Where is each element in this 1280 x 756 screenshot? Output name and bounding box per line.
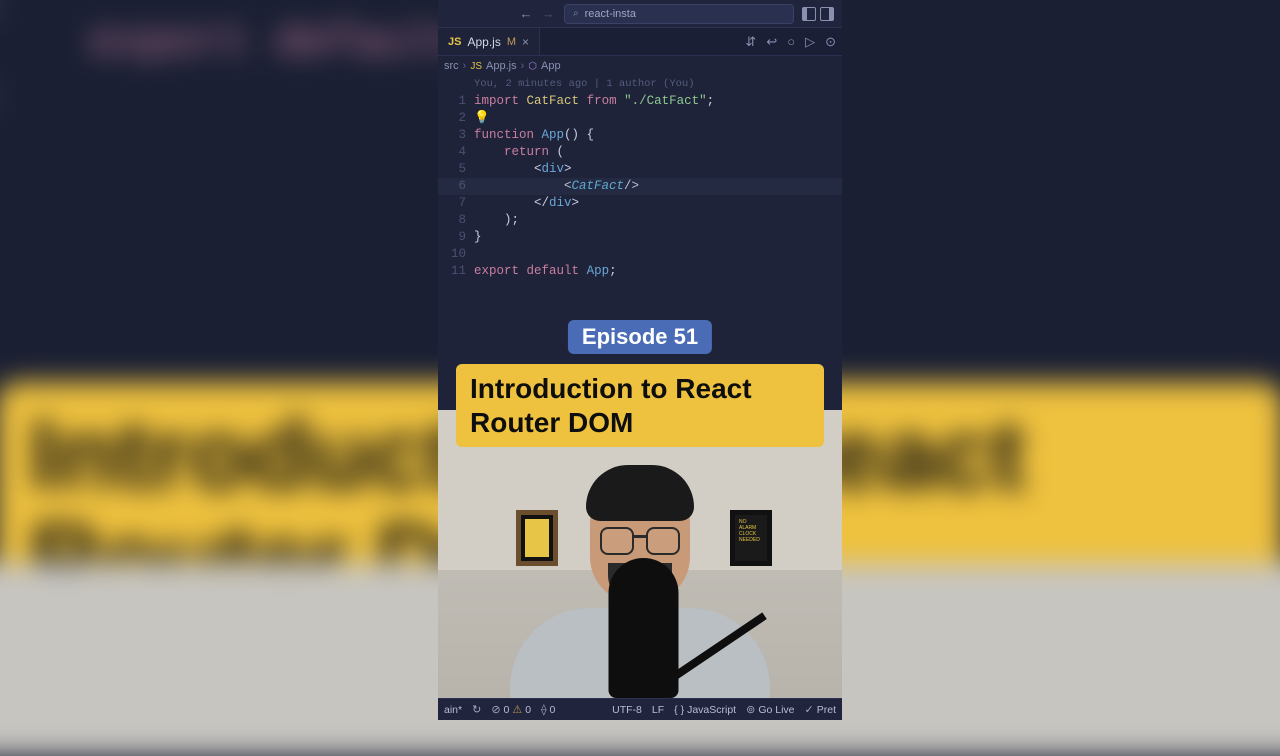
symbol-icon: ⬡ xyxy=(528,61,537,72)
line-number: 11 xyxy=(438,263,466,280)
git-blame-annotation: You, 2 minutes ago | 1 author (You) xyxy=(474,76,842,93)
split-editor-icon[interactable]: ▷ xyxy=(805,34,815,50)
current-line-highlight xyxy=(438,178,842,195)
problems-item[interactable]: ⊘0 ⚠0 xyxy=(491,703,531,716)
status-bar: ain* ↻ ⊘0 ⚠0 ⟠0 UTF-8 LF { } JavaScript … xyxy=(438,698,842,720)
breadcrumb-folder[interactable]: src xyxy=(444,60,459,72)
code-line-2: 💡 xyxy=(474,110,842,127)
code-line-10 xyxy=(474,246,842,263)
line-number: 3 xyxy=(438,127,466,144)
breadcrumb-file[interactable]: App.js xyxy=(486,60,517,72)
nav-forward-icon[interactable]: → xyxy=(540,6,556,22)
tab-filename: App.js xyxy=(467,35,500,49)
toggle-panel-right-icon[interactable] xyxy=(820,7,834,21)
editor-viewport: ← → ⌕ react-insta JS App.js M × ⇵ ↩ ○ ▷ … xyxy=(438,0,842,720)
code-line-7: </div> xyxy=(474,195,842,212)
tab-modified-indicator: M xyxy=(507,36,516,48)
line-number: 7 xyxy=(438,195,466,212)
run-icon[interactable]: ○ xyxy=(787,34,795,49)
breadcrumb: src › JS App.js › ⬡ App xyxy=(438,56,842,76)
ports-item[interactable]: ⟠0 xyxy=(541,703,555,716)
window-titlebar: ← → ⌕ react-insta xyxy=(438,0,842,28)
sync-icon[interactable]: ↻ xyxy=(472,703,481,716)
breadcrumb-symbol[interactable]: App xyxy=(541,60,561,72)
video-title-banner: Introduction to React Router DOM xyxy=(456,364,824,447)
breadcrumb-sep-1: › xyxy=(463,60,467,72)
line-number: 10 xyxy=(438,246,466,263)
nav-back-icon[interactable]: ← xyxy=(518,6,534,22)
prettier-item[interactable]: ✓Pret xyxy=(805,703,836,716)
tab-app-js[interactable]: JS App.js M × xyxy=(438,28,540,55)
tab-close-icon[interactable]: × xyxy=(522,35,529,49)
encoding-item[interactable]: UTF-8 xyxy=(612,704,642,716)
code-line-5: <div> xyxy=(474,161,842,178)
js-file-icon: JS xyxy=(448,36,461,48)
more-actions-icon[interactable]: ⊙ xyxy=(825,34,836,50)
lightbulb-icon[interactable]: 💡 xyxy=(474,111,490,125)
compare-changes-icon[interactable]: ⇵ xyxy=(745,34,756,50)
search-text: react-insta xyxy=(585,8,636,20)
code-line-8: ); xyxy=(474,212,842,229)
code-line-3: function App() { xyxy=(474,127,842,144)
line-number: 9 xyxy=(438,229,466,246)
presenter-video: NO ALARM CLOCK NEEDED xyxy=(438,410,842,698)
git-branch-item[interactable]: ain* xyxy=(444,704,462,716)
line-number: 4 xyxy=(438,144,466,161)
code-line-9: } xyxy=(474,229,842,246)
go-back-icon[interactable]: ↩ xyxy=(766,34,777,50)
line-number: 2 xyxy=(438,110,466,127)
code-line-1: import CatFact from "./CatFact"; xyxy=(474,93,842,110)
breadcrumb-sep-2: › xyxy=(521,60,525,72)
go-live-item[interactable]: ⊚Go Live xyxy=(746,703,794,716)
episode-badge: Episode 51 xyxy=(568,320,712,354)
editor-actions: ⇵ ↩ ○ ▷ ⊙ xyxy=(745,28,836,55)
language-mode-item[interactable]: { } JavaScript xyxy=(674,704,736,716)
eol-item[interactable]: LF xyxy=(652,704,664,716)
line-number: 1 xyxy=(438,93,466,110)
code-line-4: return ( xyxy=(474,144,842,161)
toggle-panel-left-icon[interactable] xyxy=(802,7,816,21)
code-line-11: export default App; xyxy=(474,263,842,280)
bg-code-text: export default xyxy=(90,19,460,69)
line-number: 5 xyxy=(438,161,466,178)
js-file-icon: JS xyxy=(470,61,482,72)
command-center-search[interactable]: ⌕ react-insta xyxy=(564,4,794,24)
editor-tabbar: JS App.js M × ⇵ ↩ ○ ▷ ⊙ xyxy=(438,28,842,56)
search-icon: ⌕ xyxy=(573,8,579,19)
line-number: 8 xyxy=(438,212,466,229)
presenter-figure xyxy=(510,468,770,698)
